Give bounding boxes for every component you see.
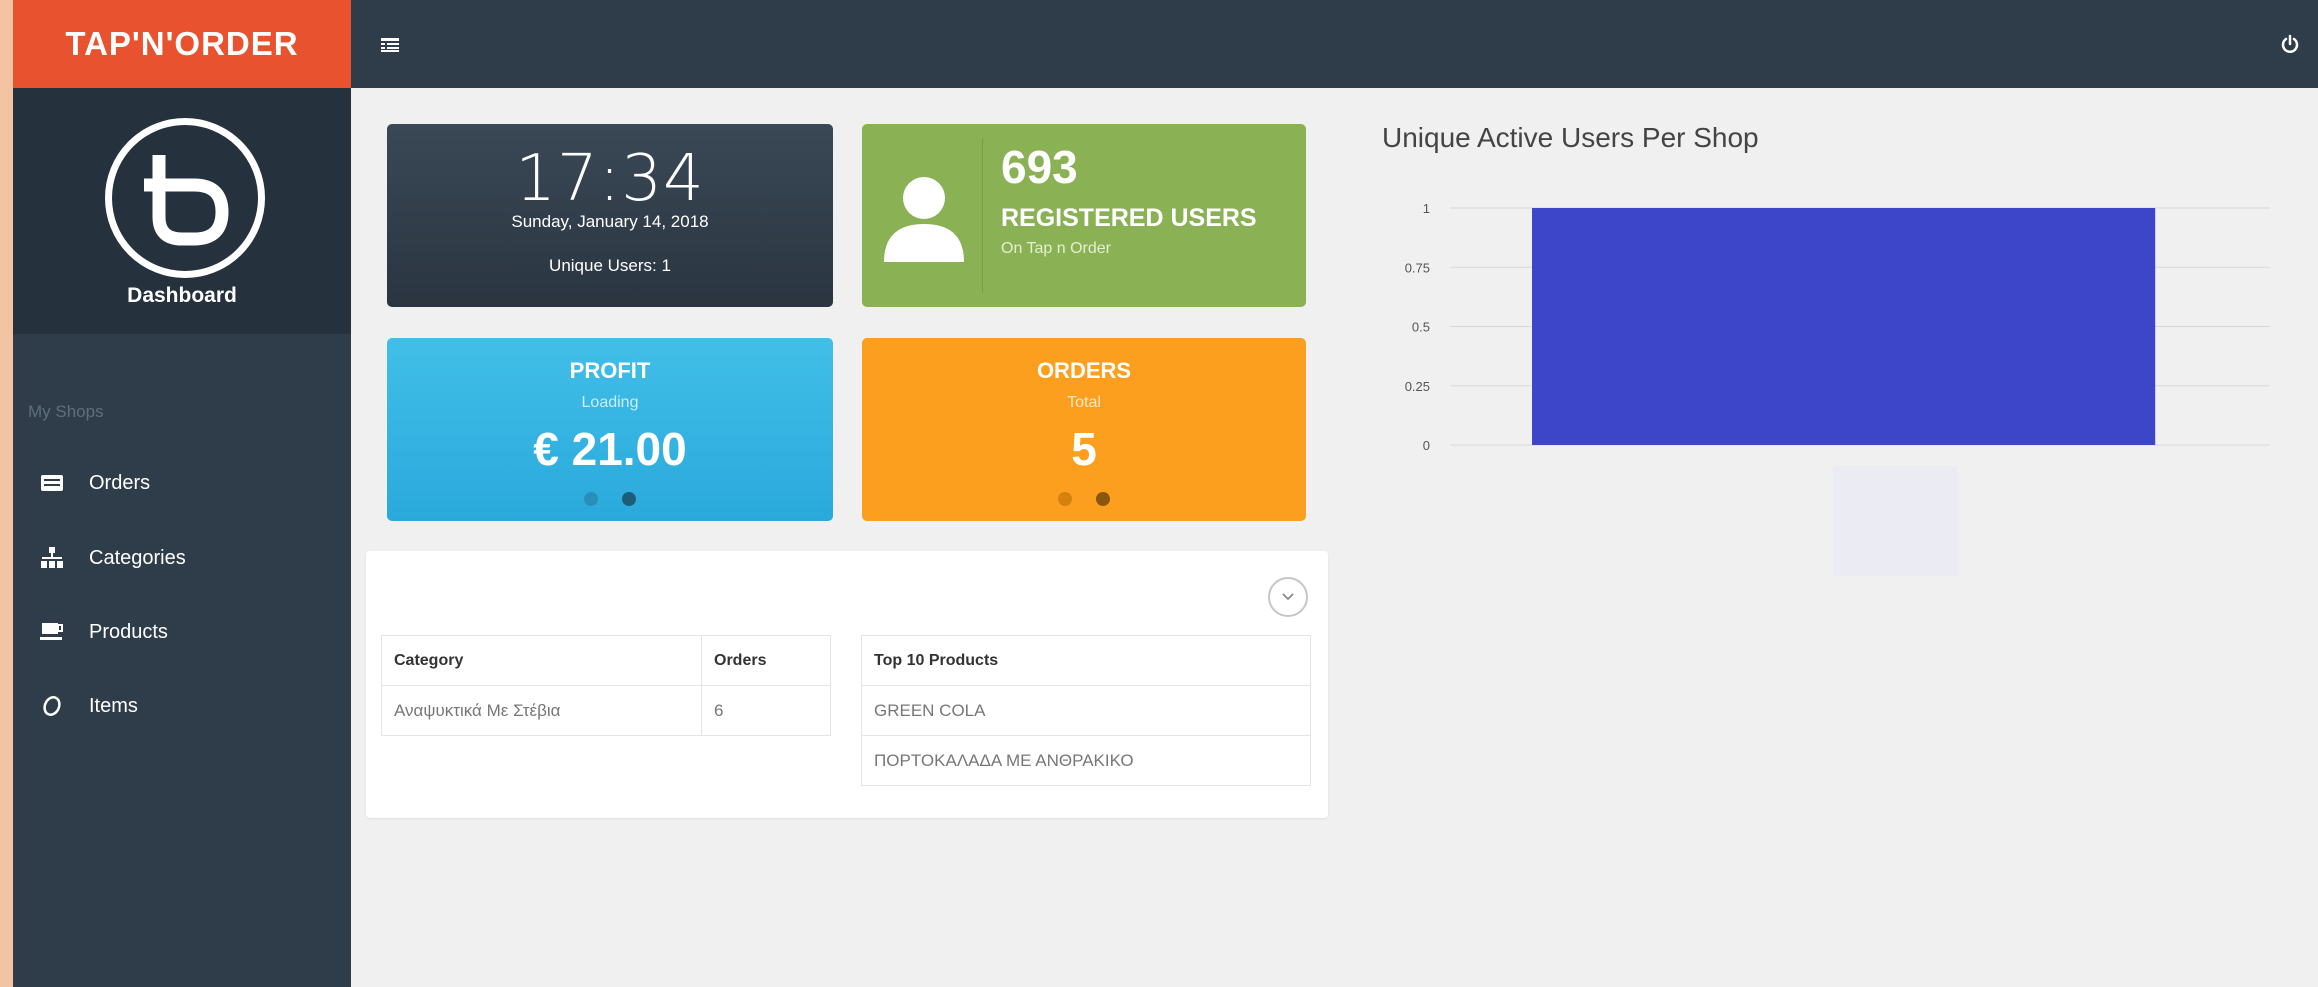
sidebar-item-items[interactable]: Items <box>37 686 337 726</box>
unique-users-chart: 0 0.25 0.5 0.75 1 <box>1405 201 2270 453</box>
sidebar-item-products[interactable]: Products <box>37 612 337 652</box>
carousel-dot[interactable] <box>584 492 598 506</box>
clock-tile: 17:34 Sunday, January 14, 2018 Unique Us… <box>387 124 833 307</box>
power-icon[interactable] <box>2280 34 2300 59</box>
profit-tile: PROFIT Loading € 21.00 <box>387 338 833 521</box>
sidebar-item-label: Orders <box>89 471 151 494</box>
column-header-category: Category <box>381 635 702 686</box>
carousel-dots <box>387 492 833 506</box>
column-header-top-products: Top 10 Products <box>861 635 1311 686</box>
orders-value: 5 <box>1071 423 1097 475</box>
table-row: ΠΟΡΤΟΚΑΛΑΔΑ ΜΕ ΑΝΘΡΑΚΙΚΟ <box>861 735 1311 786</box>
category-orders-table: Category Orders Αναψυκτικά Με Στέβια 6 <box>381 635 831 736</box>
top-products-table: Top 10 Products GREEN COLA ΠΟΡΤΟΚΑΛΑΔΑ Μ… <box>861 635 1311 786</box>
registered-users-count: 693 <box>1001 141 1078 193</box>
orders-title: ORDERS <box>1036 358 1132 383</box>
chevron-down-icon <box>1282 593 1294 601</box>
y-tick-label: 0 <box>1423 438 1430 453</box>
tb-logo-icon <box>105 118 265 278</box>
y-tick-label: 1 <box>1423 201 1430 216</box>
chart-overlay-placeholder <box>1833 466 1958 576</box>
menu-toggle-icon[interactable] <box>381 38 399 57</box>
dashboard-label[interactable]: Dashboard <box>13 284 351 308</box>
y-tick-label: 0.75 <box>1405 260 1430 275</box>
sidebar-item-label: Items <box>89 694 138 717</box>
current-date: Sunday, January 14, 2018 <box>511 212 709 231</box>
sidebar: TAP'N'ORDER Dashboard My Shops Orders Ca… <box>13 0 351 987</box>
orders-tile: ORDERS Total 5 <box>862 338 1306 521</box>
coffee-icon <box>37 622 67 642</box>
list-icon <box>37 474 67 492</box>
column-header-orders: Orders <box>701 635 831 686</box>
carousel-dot[interactable] <box>1058 492 1072 506</box>
profit-title: PROFIT <box>569 358 651 383</box>
sidebar-item-categories[interactable]: Categories <box>37 538 337 578</box>
y-tick-label: 0.5 <box>1412 320 1430 335</box>
chart-bar[interactable] <box>1532 208 2156 445</box>
stats-panel: Category Orders Αναψυκτικά Με Στέβια 6 T… <box>366 551 1328 818</box>
circle-outline-icon <box>37 695 67 717</box>
carousel-dot-active[interactable] <box>1096 492 1110 506</box>
table-row: GREEN COLA <box>861 685 1311 736</box>
brand-logo[interactable]: TAP'N'ORDER <box>13 0 351 88</box>
current-time: 17:34 <box>515 142 705 216</box>
sidebar-item-label: Categories <box>89 546 186 569</box>
collapse-button[interactable] <box>1268 577 1308 617</box>
carousel-dots <box>862 492 1306 506</box>
product-cell: GREEN COLA <box>861 685 1311 736</box>
product-cell: ΠΟΡΤΟΚΑΛΑΔΑ ΜΕ ΑΝΘΡΑΚΙΚΟ <box>861 735 1311 786</box>
profit-value: € 21.00 <box>533 423 687 475</box>
tile-divider <box>982 138 983 293</box>
y-tick-label: 0.25 <box>1405 379 1430 394</box>
profile-panel: Dashboard <box>13 88 351 334</box>
category-cell: Αναψυκτικά Με Στέβια <box>381 685 702 736</box>
top-bar <box>351 0 2318 88</box>
table-row: Αναψυκτικά Με Στέβια 6 <box>381 685 831 736</box>
carousel-dot-active[interactable] <box>622 492 636 506</box>
registered-users-tile: 693 REGISTERED USERS On Tap n Order <box>862 124 1306 307</box>
user-icon <box>884 177 964 262</box>
unique-users-text: Unique Users: 1 <box>549 256 671 275</box>
sidebar-item-label: Products <box>89 620 168 643</box>
orders-cell: 6 <box>701 685 831 736</box>
sidebar-item-orders[interactable]: Orders <box>37 463 337 503</box>
my-shops-heading: My Shops <box>28 402 104 421</box>
sitemap-icon <box>37 547 67 569</box>
profit-sub: Loading <box>581 394 639 411</box>
chart-title: Unique Active Users Per Shop <box>1382 122 1759 153</box>
registered-users-label: REGISTERED USERS <box>1001 204 1257 232</box>
orders-sub: Total <box>1067 394 1101 411</box>
registered-users-sub: On Tap n Order <box>1001 240 1111 257</box>
